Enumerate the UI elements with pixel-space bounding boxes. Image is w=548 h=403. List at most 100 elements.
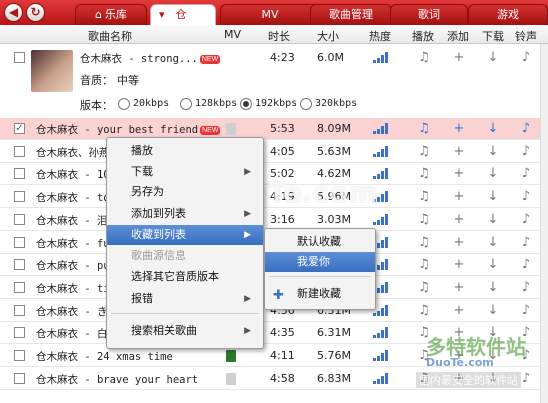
row-checkbox[interactable] (14, 350, 25, 361)
col-ringtone[interactable]: 铃声 (515, 28, 537, 44)
add-icon[interactable]: + (451, 166, 467, 181)
tab-library[interactable]: ⌂ 乐库 (75, 4, 147, 25)
song-title[interactable]: 仓木麻衣 - tim (36, 281, 116, 296)
add-icon[interactable]: + (451, 50, 467, 65)
headphones-icon[interactable]: ♫ (416, 189, 432, 204)
back-icon[interactable]: ◀ (4, 3, 23, 22)
col-size[interactable]: 大小 (317, 28, 339, 44)
row-checkbox[interactable]: ✓ (14, 123, 25, 134)
download-icon[interactable]: ↓ (485, 235, 501, 250)
submenu-item[interactable]: ✚ 新建收藏 (265, 284, 375, 304)
row-checkbox[interactable] (14, 191, 25, 202)
ringtone-icon[interactable]: ♪ (518, 280, 534, 295)
mv-icon[interactable] (226, 350, 236, 362)
headphones-icon[interactable]: ♫ (416, 121, 432, 136)
headphones-icon[interactable]: ♫ (416, 235, 432, 250)
table-row[interactable]: 仓木麻衣、孙燕 4:05 5.63M ♫ + ↓ ♪ (0, 141, 540, 163)
submenu-item[interactable]: 我爱你 (265, 252, 375, 272)
col-mv[interactable]: MV (224, 28, 241, 41)
context-menu-item[interactable]: 选择其它音质版本 (107, 267, 263, 287)
add-icon[interactable]: + (451, 303, 467, 318)
row-checkbox[interactable] (14, 259, 25, 270)
song-title[interactable]: 仓木麻衣 - puz (36, 258, 116, 273)
add-icon[interactable]: + (451, 280, 467, 295)
song-title[interactable]: 仓木麻衣 - 24 xmas time (36, 349, 173, 364)
version-radio-320kbps[interactable] (300, 98, 312, 110)
ringtone-icon[interactable]: ♪ (518, 50, 534, 65)
context-menu-item[interactable]: 添加到列表 ▶ (107, 204, 263, 224)
row-checkbox[interactable] (14, 305, 25, 316)
context-menu-item[interactable]: 收藏到列表 ▶ (107, 225, 263, 245)
row-checkbox[interactable] (14, 168, 25, 179)
col-add[interactable]: 添加 (447, 28, 469, 44)
ringtone-icon[interactable]: ♪ (518, 121, 534, 136)
version-radio-128kbps[interactable] (180, 98, 192, 110)
headphones-icon[interactable]: ♫ (416, 280, 432, 295)
song-title[interactable]: 仓木麻衣 - tou (36, 190, 116, 205)
song-title[interactable]: 仓木麻衣 - your best friend NEW (36, 122, 221, 137)
add-icon[interactable]: + (451, 189, 467, 204)
download-icon[interactable]: ↓ (485, 257, 501, 272)
headphones-icon[interactable]: ♫ (416, 166, 432, 181)
row-checkbox[interactable] (14, 237, 25, 248)
row-checkbox[interactable] (14, 214, 25, 225)
ringtone-icon[interactable]: ♪ (518, 303, 534, 318)
ringtone-icon[interactable]: ♪ (518, 235, 534, 250)
context-menu-item[interactable]: 播放 (107, 141, 263, 161)
context-menu-item[interactable]: 报错 ▶ (107, 289, 263, 309)
song-title[interactable]: 仓木麻衣 - 100 (36, 167, 116, 182)
context-menu-item[interactable]: 下载 ▶ (107, 162, 263, 182)
ringtone-icon[interactable]: ♪ (518, 166, 534, 181)
add-icon[interactable]: + (451, 121, 467, 136)
download-icon[interactable]: ↓ (485, 166, 501, 181)
tab-games[interactable]: 游戏 (468, 4, 548, 25)
ringtone-icon[interactable]: ♪ (518, 212, 534, 227)
add-icon[interactable]: + (451, 257, 467, 272)
song-title[interactable]: 仓木麻衣 - strong... NEW (80, 51, 221, 66)
headphones-icon[interactable]: ♫ (416, 50, 432, 65)
mv-icon[interactable] (226, 373, 236, 385)
col-play[interactable]: 播放 (412, 28, 434, 44)
tab-lyrics[interactable]: 歌词 (390, 4, 468, 25)
expanded-song-row[interactable]: 仓木麻衣 - strong... NEW 4:23 6.0M ♫ + ↓ ♪ 音质… (0, 44, 540, 121)
headphones-icon[interactable]: ♫ (416, 257, 432, 272)
ringtone-icon[interactable]: ♪ (518, 257, 534, 272)
download-icon[interactable]: ↓ (485, 212, 501, 227)
download-icon[interactable]: ↓ (485, 121, 501, 136)
song-title[interactable]: 仓木麻衣 - fut (36, 236, 116, 251)
tab-song-management[interactable]: 歌曲管理 (310, 4, 392, 25)
ringtone-icon[interactable]: ♪ (518, 144, 534, 159)
scrollbar[interactable] (540, 44, 548, 403)
context-menu-item[interactable]: 另存为 (107, 182, 263, 202)
row-checkbox[interactable] (14, 282, 25, 293)
tab-mv[interactable]: MV (220, 4, 320, 25)
tab-current[interactable]: ▾ 仓 (150, 4, 216, 25)
version-radio-20kbps[interactable] (118, 98, 130, 110)
row-checkbox[interactable] (14, 373, 25, 384)
col-duration[interactable]: 时长 (268, 28, 290, 44)
headphones-icon[interactable]: ♫ (416, 303, 432, 318)
song-title[interactable]: 仓木麻衣 - brave your heart (36, 372, 198, 387)
song-title[interactable]: 仓木麻衣、孙燕 (36, 145, 110, 160)
headphones-icon[interactable]: ♫ (416, 144, 432, 159)
context-menu-item[interactable]: 搜索相关歌曲 ▶ (107, 321, 263, 341)
row-checkbox[interactable] (14, 52, 25, 63)
row-checkbox[interactable] (14, 146, 25, 157)
add-icon[interactable]: + (451, 235, 467, 250)
col-popularity[interactable]: 热度 (369, 28, 391, 44)
version-radio-192kbps[interactable] (240, 98, 252, 110)
mv-icon[interactable] (226, 123, 236, 135)
submenu-item[interactable]: 默认收藏 (265, 232, 375, 252)
download-icon[interactable]: ↓ (485, 144, 501, 159)
download-icon[interactable]: ↓ (485, 50, 501, 65)
refresh-icon[interactable]: ↻ (26, 3, 45, 22)
download-icon[interactable]: ↓ (485, 280, 501, 295)
add-icon[interactable]: + (451, 144, 467, 159)
col-download[interactable]: 下载 (482, 28, 504, 44)
row-checkbox[interactable] (14, 327, 25, 338)
col-song-name[interactable]: 歌曲名称 (88, 28, 132, 44)
download-icon[interactable]: ↓ (485, 189, 501, 204)
table-row[interactable]: ✓ 仓木麻衣 - your best friend NEW 5:53 8.09M ♫ + ↓ ♪ (0, 118, 540, 140)
ringtone-icon[interactable]: ♪ (518, 189, 534, 204)
download-icon[interactable]: ↓ (485, 303, 501, 318)
